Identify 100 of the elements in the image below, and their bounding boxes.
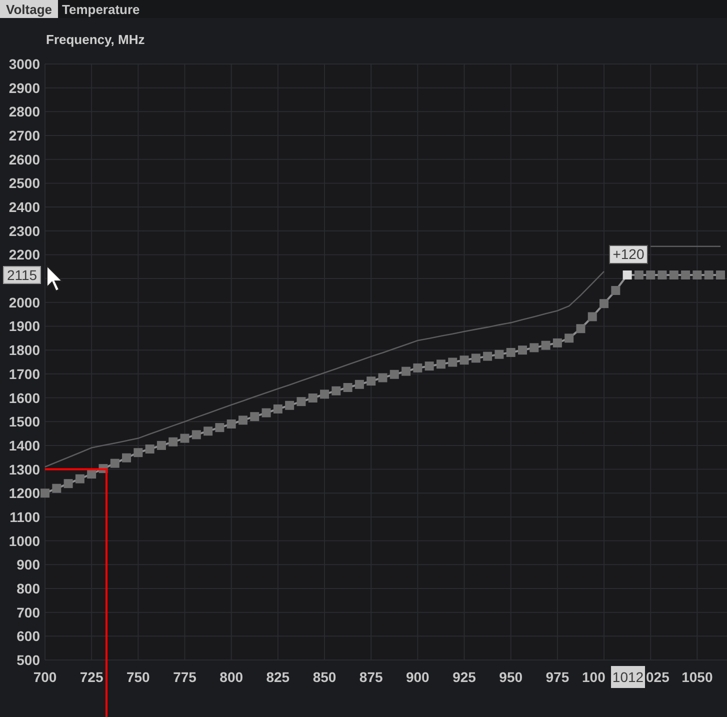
point [448, 358, 458, 367]
offset-label: +120 [609, 245, 648, 264]
x-axis-label: 900 [406, 669, 430, 685]
x-axis-label: 850 [312, 669, 336, 685]
point [506, 348, 516, 357]
point [681, 270, 690, 280]
x-axis-label: 1050 [682, 669, 713, 685]
y-axis-label: 2500 [8, 175, 40, 192]
point [494, 350, 504, 359]
cursor-frequency-label: 2115 [3, 266, 41, 284]
point [354, 380, 364, 389]
x-axis-label: 775 [173, 669, 196, 685]
point [110, 458, 120, 468]
point [122, 453, 132, 462]
x-axis-label: 800 [220, 669, 244, 685]
y-axis-label: 2300 [8, 222, 40, 239]
x-axis-label: 825 [266, 669, 290, 685]
point [658, 270, 667, 280]
point [518, 346, 527, 355]
point [156, 440, 166, 450]
y-axis-label: 3000 [8, 56, 40, 72]
y-axis-label: 2800 [8, 104, 40, 120]
point [634, 270, 644, 280]
point [52, 484, 62, 493]
point [204, 426, 213, 436]
point [308, 394, 318, 402]
mouse-pointer-icon [46, 264, 64, 292]
x-axis-label: 750 [126, 669, 150, 685]
y-axis-label: 1800 [8, 342, 40, 358]
point [588, 312, 597, 322]
y-axis-label: 1900 [8, 318, 40, 334]
point [226, 419, 236, 428]
point [564, 334, 574, 343]
y-axis-label: 600 [16, 628, 40, 644]
y-axis-label: 1600 [8, 390, 40, 406]
point [552, 338, 562, 348]
point [413, 363, 422, 372]
point [134, 448, 143, 458]
y-axis-label: 2000 [8, 294, 40, 310]
point [402, 366, 411, 376]
x-axis-label: 875 [359, 669, 383, 685]
y-axis-label: 1200 [8, 485, 40, 502]
y-axis-label: 700 [16, 604, 40, 620]
x-axis-label: 700 [33, 669, 57, 685]
x-axis-label: 925 [452, 669, 476, 685]
point [378, 373, 388, 382]
point [75, 474, 84, 484]
y-axis-label: 2600 [8, 151, 40, 168]
point [145, 444, 154, 454]
x-axis-label: 025 [646, 669, 670, 685]
y-axis-label: 1100 [10, 508, 40, 525]
y-axis-label: 1400 [8, 437, 40, 454]
point [390, 370, 399, 379]
cursor-voltage-label: 1012 [611, 666, 645, 688]
y-axis-label: 2200 [8, 246, 40, 263]
point [716, 270, 725, 280]
y-axis-label: 1500 [8, 414, 40, 430]
point [343, 383, 352, 392]
point [366, 376, 376, 386]
point [576, 324, 586, 334]
y-axis-label: 500 [16, 652, 40, 668]
y-axis-label: 2900 [8, 80, 40, 96]
y-axis-label: 900 [16, 556, 40, 573]
curve-with-points[interactable] [40, 270, 725, 498]
point [215, 423, 224, 432]
axis-title: Frequency, MHz [46, 32, 145, 47]
point [40, 488, 50, 498]
y-axis-label: 1000 [8, 532, 40, 549]
point [460, 356, 469, 365]
x-axis-label: 100 [582, 669, 606, 685]
point [646, 270, 656, 280]
point [262, 408, 271, 418]
tab[interactable]: Temperature [58, 0, 144, 18]
point [285, 400, 294, 410]
point [483, 352, 492, 361]
tab[interactable]: Voltage [0, 0, 58, 18]
point [611, 286, 620, 295]
x-axis-label: 975 [546, 669, 570, 685]
y-axis-label: 1700 [8, 366, 40, 382]
y-axis-label: 800 [16, 580, 40, 596]
point [436, 360, 446, 369]
point [600, 299, 609, 308]
point [704, 270, 714, 280]
point [168, 437, 178, 446]
point [424, 362, 434, 371]
point [192, 430, 201, 440]
point [332, 386, 341, 396]
point [530, 343, 539, 352]
x-axis-label: 725 [80, 669, 104, 685]
point [180, 434, 190, 443]
point [250, 412, 260, 422]
point [541, 340, 550, 350]
point [320, 390, 330, 399]
point [692, 270, 702, 280]
point [64, 479, 73, 488]
point [273, 404, 282, 414]
y-axis-label: 2400 [8, 199, 40, 216]
point [669, 270, 678, 280]
point [471, 354, 480, 363]
point [238, 416, 248, 425]
